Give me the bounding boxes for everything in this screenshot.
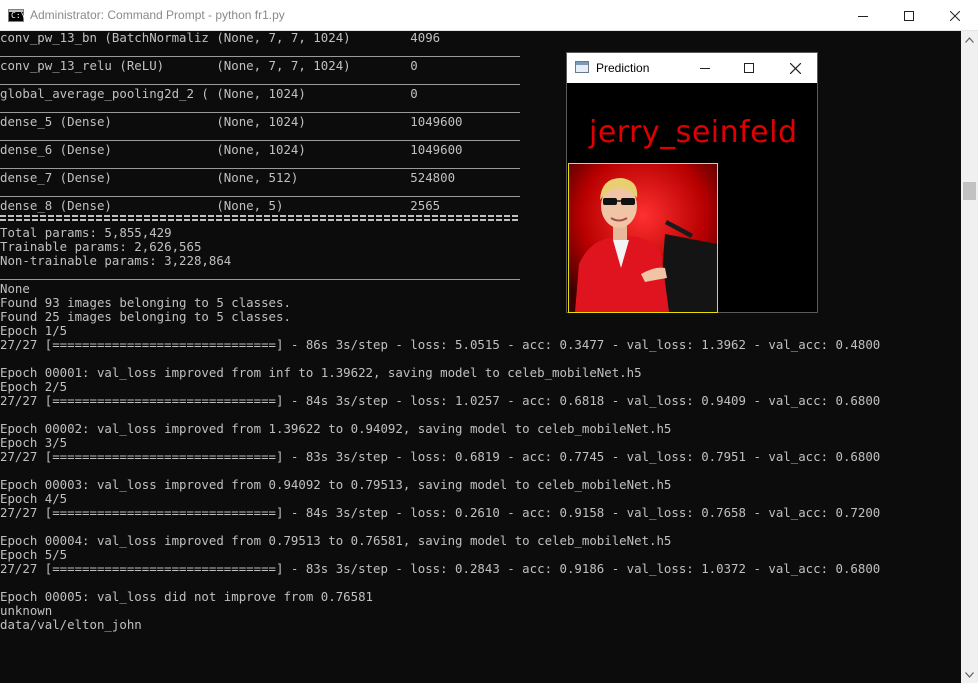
table-separator <box>0 84 520 85</box>
scrollbar-thumb[interactable] <box>963 182 976 200</box>
prediction-close-button[interactable] <box>775 53 815 83</box>
console-line: dense_8 (Dense) (None, 5) 2565 <box>0 198 441 213</box>
command-prompt-icon: C:\ <box>8 9 26 22</box>
console-line: Epoch 4/5 <box>0 491 68 506</box>
console-line: Epoch 3/5 <box>0 435 68 450</box>
console-line: 27/27 [==============================] -… <box>0 393 881 408</box>
prediction-window-title: Prediction <box>596 61 650 75</box>
prediction-minimize-button[interactable] <box>685 53 725 83</box>
console-line: 27/27 [==============================] -… <box>0 337 881 352</box>
minimize-icon <box>858 15 868 17</box>
console-line: conv_pw_13_bn (BatchNormaliz (None, 7, 7… <box>0 30 441 45</box>
vertical-scrollbar[interactable] <box>961 31 978 683</box>
minimize-icon <box>700 68 710 69</box>
maximize-icon <box>744 63 754 73</box>
table-separator <box>0 196 520 197</box>
console-line: dense_6 (Dense) (None, 1024) 1049600 <box>0 142 463 157</box>
maximize-icon <box>904 10 914 21</box>
prediction-window[interactable]: Prediction jerry_seinfeld <box>566 52 818 313</box>
window-app-icon <box>575 61 589 73</box>
window-title: Administrator: Command Prompt - python f… <box>30 8 285 22</box>
face-photo <box>568 163 718 313</box>
close-button[interactable] <box>932 0 978 31</box>
predicted-label: jerry_seinfeld <box>589 115 798 150</box>
console-line: unknown <box>0 603 53 618</box>
face-photo-illustration <box>569 164 717 312</box>
console-line: data/val/elton_john <box>0 617 142 632</box>
table-double-separator <box>0 215 520 222</box>
close-icon <box>789 62 801 74</box>
console-line: dense_7 (Dense) (None, 512) 524800 <box>0 170 456 185</box>
console-line: Non-trainable params: 3,228,864 <box>0 253 232 268</box>
console-line: 27/27 [==============================] -… <box>0 449 881 464</box>
console-line: Epoch 00002: val_loss improved from 1.39… <box>0 421 672 436</box>
console-line: 27/27 [==============================] -… <box>0 561 881 576</box>
table-separator <box>0 279 520 280</box>
scroll-up-arrow-icon <box>965 36 974 43</box>
scroll-down-button[interactable] <box>961 666 978 683</box>
console-line: Trainable params: 2,626,565 <box>0 239 202 254</box>
table-separator <box>0 56 520 57</box>
console-line: global_average_pooling2d_2 ( (None, 1024… <box>0 86 418 101</box>
console-line: Epoch 1/5 <box>0 323 68 338</box>
console-line: Epoch 00003: val_loss improved from 0.94… <box>0 477 672 492</box>
table-separator <box>0 112 520 113</box>
prediction-maximize-button[interactable] <box>729 53 769 83</box>
window-titlebar[interactable]: C:\ Administrator: Command Prompt - pyth… <box>0 0 978 31</box>
console-line: Epoch 2/5 <box>0 379 68 394</box>
table-separator <box>0 168 520 169</box>
console-line: dense_5 (Dense) (None, 1024) 1049600 <box>0 114 463 129</box>
console-line: Epoch 00001: val_loss improved from inf … <box>0 365 642 380</box>
console-line: Found 25 images belonging to 5 classes. <box>0 309 291 324</box>
console-line: Total params: 5,855,429 <box>0 225 172 240</box>
console-line: 27/27 [==============================] -… <box>0 505 881 520</box>
console-line: Epoch 00005: val_loss did not improve fr… <box>0 589 373 604</box>
close-icon <box>950 10 960 21</box>
prediction-titlebar[interactable]: Prediction <box>567 53 817 83</box>
minimize-button[interactable] <box>840 0 886 31</box>
scroll-down-arrow-icon <box>965 671 974 678</box>
table-separator <box>0 140 520 141</box>
console-line: None <box>0 281 30 296</box>
command-prompt-icon-glyph: C:\ <box>11 11 26 20</box>
console-line: conv_pw_13_relu (ReLU) (None, 7, 7, 1024… <box>0 58 418 73</box>
console-line: Epoch 00004: val_loss improved from 0.79… <box>0 533 672 548</box>
console-line: Found 93 images belonging to 5 classes. <box>0 295 291 310</box>
scroll-up-button[interactable] <box>961 31 978 48</box>
maximize-button[interactable] <box>886 0 932 31</box>
console-line: Epoch 5/5 <box>0 547 68 562</box>
